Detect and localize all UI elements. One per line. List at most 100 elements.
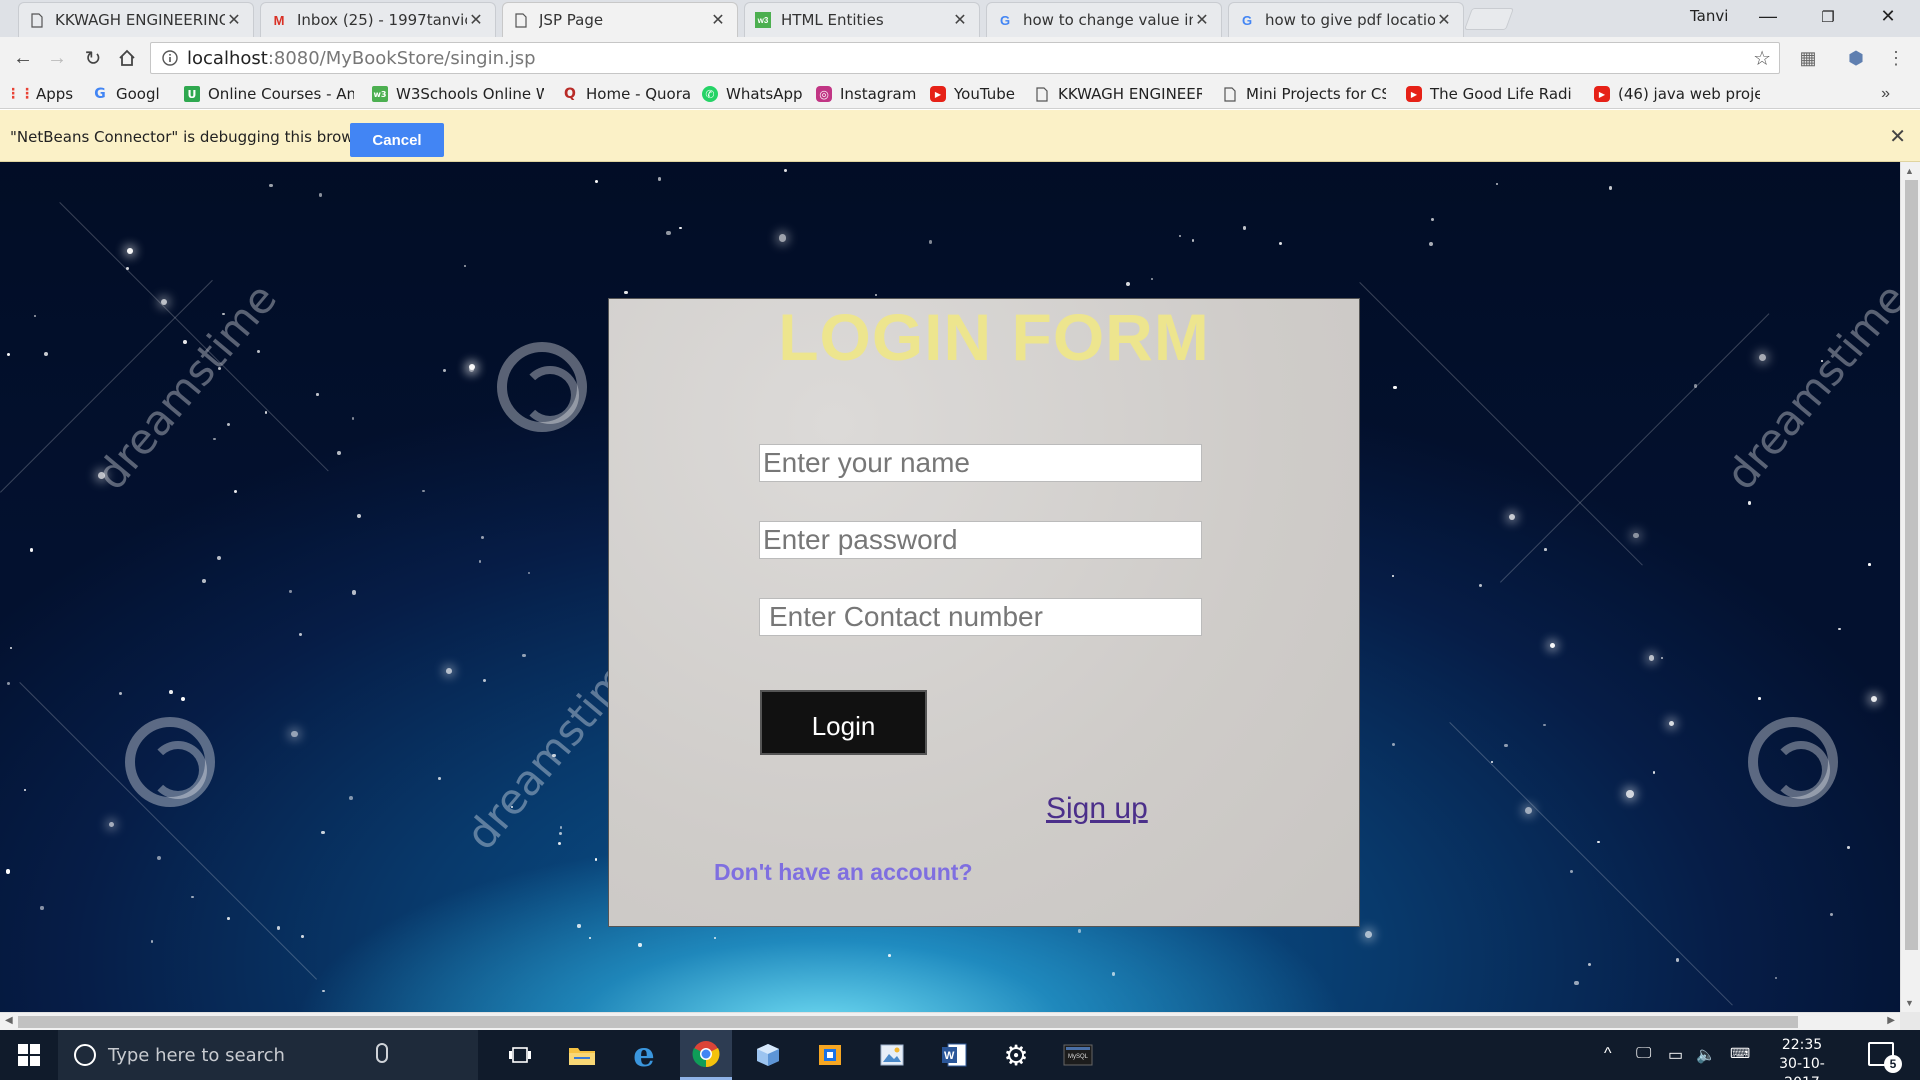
tab-google-pdf-location[interactable]: G how to give pdf location ✕ [1228, 2, 1464, 37]
star-dot [522, 653, 526, 658]
star-dot [624, 291, 628, 295]
star-dot [1543, 548, 1547, 552]
tab-inbox[interactable]: M Inbox (25) - 1997tanvicj ✕ [260, 2, 496, 37]
star-dot [1847, 846, 1850, 849]
volume-icon[interactable]: 🔈 [1696, 1045, 1716, 1065]
close-icon[interactable]: ✕ [225, 10, 243, 30]
tab-kkwagh[interactable]: KKWAGH ENGINEERING ✕ [18, 2, 254, 37]
bookmark-w3schools[interactable]: w3 W3Schools Online W [372, 83, 544, 105]
scroll-right-arrow-icon[interactable]: ▶ [1887, 1015, 1895, 1026]
star-dot [289, 590, 292, 593]
password-input[interactable] [759, 521, 1202, 559]
bookmark-star-icon[interactable]: ☆ [1753, 46, 1771, 70]
clock-date: 30-10-2017 [1779, 1056, 1825, 1080]
battery-icon[interactable]: ▭ [1668, 1045, 1683, 1065]
tab-google-change-value[interactable]: G how to change value in ✕ [986, 2, 1222, 37]
keyboard-icon[interactable]: ⌨ [1730, 1045, 1750, 1062]
start-button[interactable] [0, 1030, 58, 1080]
reload-icon[interactable]: ↻ [78, 43, 108, 73]
network-icon[interactable]: 🖵 [1636, 1045, 1651, 1063]
star-dot [1608, 186, 1612, 190]
bookmark-online-courses[interactable]: U Online Courses - Any [184, 83, 354, 105]
vertical-scroll-thumb[interactable] [1905, 180, 1918, 950]
new-tab-button[interactable] [1463, 8, 1515, 30]
cube-extension-icon[interactable]: ⬢ [1842, 44, 1870, 72]
task-view-icon[interactable] [494, 1030, 546, 1080]
action-center-icon[interactable]: 5 [1868, 1042, 1902, 1073]
close-icon[interactable]: ✕ [1193, 10, 1211, 30]
taskbar-clock[interactable]: 22:35 30-10-2017 [1762, 1036, 1842, 1080]
box-app-icon[interactable] [742, 1030, 794, 1080]
svg-text:W: W [944, 1050, 955, 1062]
bookmark-java-web-project[interactable]: ▶ (46) java web project [1594, 83, 1760, 105]
clock-time: 22:35 [1781, 1037, 1823, 1053]
forward-arrow-icon[interactable]: → [42, 43, 72, 73]
bookmark-label: Online Courses - Any [208, 85, 354, 103]
settings-icon[interactable]: ⚙ [990, 1030, 1042, 1080]
apps-grid-icon: ⋮⋮ [12, 86, 34, 102]
star-dot [1626, 789, 1634, 798]
contact-number-input[interactable] [759, 598, 1202, 636]
chevron-double-right-icon[interactable]: » [1881, 85, 1890, 103]
microphone-icon[interactable] [376, 1043, 388, 1063]
bookmark-label: Apps [36, 85, 74, 103]
home-icon[interactable] [112, 43, 142, 73]
file-explorer-icon[interactable] [556, 1030, 608, 1080]
star-dot [316, 393, 319, 396]
scroll-up-arrow-icon[interactable]: ▲ [1905, 166, 1914, 176]
photos-icon[interactable] [866, 1030, 918, 1080]
word-icon[interactable]: W [928, 1030, 980, 1080]
bookmark-kkwagh[interactable]: KKWAGH ENGINEERI [1034, 83, 1202, 105]
tab-strip: KKWAGH ENGINEERING ✕ M Inbox (25) - 1997… [0, 0, 1920, 37]
close-icon[interactable]: ✕ [1435, 10, 1453, 30]
back-arrow-icon[interactable]: ← [8, 43, 38, 73]
star-dot [638, 943, 642, 947]
close-icon[interactable]: ✕ [951, 10, 969, 30]
star-dot [783, 169, 787, 173]
bookmark-mini-projects[interactable]: Mini Projects for CSE [1222, 83, 1386, 105]
window-close-icon[interactable]: ✕ [1860, 0, 1916, 33]
bookmark-instagram[interactable]: ◎ Instagram [816, 83, 916, 105]
minimize-icon[interactable]: — [1740, 0, 1796, 33]
bookmark-label: Mini Projects for CSE [1246, 85, 1386, 103]
mysql-icon[interactable]: MySQL [1052, 1030, 1104, 1080]
sign-up-link[interactable]: Sign up [1046, 792, 1148, 826]
name-input[interactable] [759, 444, 1202, 482]
extension-icon[interactable]: ▦ [1794, 44, 1822, 72]
info-icon[interactable] [157, 45, 183, 71]
bookmark-apps[interactable]: ⋮⋮ Apps [12, 83, 73, 105]
scroll-left-arrow-icon[interactable]: ◀ [5, 1015, 13, 1026]
bookmark-good-life-radio[interactable]: ▶ The Good Life Radio [1406, 83, 1572, 105]
address-bar[interactable]: localhost:8080/MyBookStore/singin.jsp ☆ [150, 42, 1780, 74]
search-placeholder: Type here to search [108, 1044, 285, 1066]
outlook-icon[interactable] [804, 1030, 856, 1080]
tab-html-entities[interactable]: w3 HTML Entities ✕ [744, 2, 980, 37]
menu-dots-icon[interactable]: ⋮ [1882, 44, 1910, 72]
cancel-button[interactable]: Cancel [350, 123, 444, 157]
vertical-scrollbar[interactable]: ▲ ▼ [1900, 162, 1920, 1012]
horizontal-scroll-thumb[interactable] [18, 1016, 1798, 1028]
profile-name[interactable]: Tanvi [1690, 7, 1728, 25]
bookmark-youtube[interactable]: ▶ YouTube [930, 83, 1015, 105]
edge-icon[interactable]: e [618, 1030, 670, 1080]
close-icon[interactable]: ✕ [709, 10, 727, 30]
restore-icon[interactable]: ❐ [1800, 0, 1856, 33]
taskbar-search[interactable]: Type here to search [58, 1030, 478, 1080]
scroll-down-arrow-icon[interactable]: ▼ [1905, 998, 1914, 1008]
bookmark-quora[interactable]: Q Home - Quora [562, 83, 691, 105]
google-icon: G [999, 12, 1011, 28]
chrome-icon[interactable] [680, 1030, 732, 1080]
gmail-icon: M [273, 12, 285, 28]
close-icon[interactable]: ✕ [1889, 124, 1906, 149]
bookmark-whatsapp[interactable]: ✆ WhatsApp [702, 83, 803, 105]
horizontal-scrollbar[interactable]: ◀ ▶ [0, 1012, 1900, 1030]
bookmark-google[interactable]: G Googl [92, 83, 160, 105]
tab-jsp-page[interactable]: JSP Page ✕ [502, 2, 738, 37]
star-dot [1632, 532, 1639, 539]
close-icon[interactable]: ✕ [467, 10, 485, 30]
star-dot [169, 689, 174, 694]
star-dot [438, 777, 441, 780]
chevron-up-icon[interactable]: ^ [1604, 1045, 1612, 1063]
login-button[interactable]: Login [760, 690, 927, 755]
debug-infobar: "NetBeans Connector" is debugging this b… [0, 110, 1920, 162]
